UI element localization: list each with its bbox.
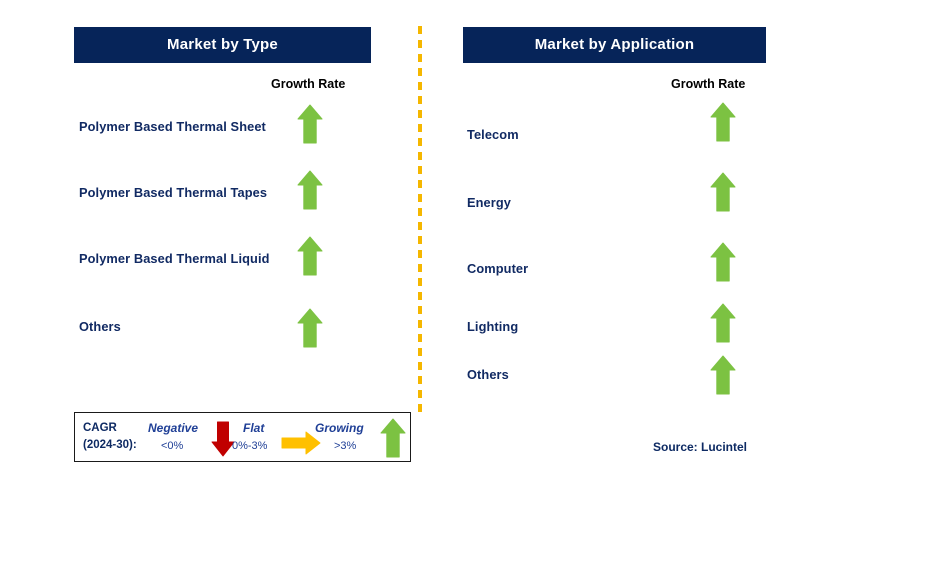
- panel-title-market-by-application: Market by Application: [463, 27, 766, 63]
- arrow-up-green-icon: [710, 355, 736, 395]
- row-label-polymer-based-thermal-sheet: Polymer Based Thermal Sheet: [79, 119, 266, 134]
- row-label-polymer-based-thermal-liquid: Polymer Based Thermal Liquid: [79, 251, 270, 266]
- growth-rate-column-header-application: Growth Rate: [671, 77, 746, 91]
- cagr-legend: CAGR (2024-30): Negative <0% Flat 0%-3% …: [74, 412, 411, 462]
- market-by-type-panel: Market by Type Growth Rate Polymer Based…: [0, 0, 420, 572]
- legend-title-negative: Negative: [148, 421, 199, 435]
- row-label-telecom: Telecom: [467, 127, 519, 142]
- legend-range-negative: <0%: [161, 440, 184, 452]
- row-label-lighting: Lighting: [467, 319, 519, 334]
- legend-title-growing: Growing: [315, 421, 364, 435]
- legend-title-flat: Flat: [243, 421, 265, 435]
- legend-cagr-line1: CAGR: [83, 422, 117, 434]
- arrow-up-green-icon: [297, 308, 323, 348]
- market-by-application-panel: Market by Application Growth Rate Teleco…: [420, 0, 937, 572]
- legend-cagr-label: CAGR (2024-30):: [83, 420, 137, 454]
- growth-rate-column-header-type: Growth Rate: [271, 77, 346, 91]
- row-label-polymer-based-thermal-tapes: Polymer Based Thermal Tapes: [79, 185, 268, 200]
- arrow-up-green-icon: [380, 418, 406, 458]
- arrow-up-green-icon: [710, 242, 736, 282]
- legend-range-growing: >3%: [334, 440, 357, 452]
- arrow-up-green-icon: [297, 170, 323, 210]
- arrow-up-green-icon: [710, 172, 736, 212]
- arrow-up-green-icon: [297, 104, 323, 144]
- row-label-others-application: Others: [467, 367, 509, 382]
- legend-cagr-line2: (2024-30):: [83, 439, 137, 451]
- arrow-up-green-icon: [297, 236, 323, 276]
- arrow-up-green-icon: [710, 102, 736, 142]
- panel-title-market-by-type: Market by Type: [74, 27, 371, 63]
- row-label-others-type: Others: [79, 319, 121, 334]
- row-label-energy: Energy: [467, 195, 511, 210]
- source-note: Source: Lucintel: [653, 440, 748, 454]
- arrow-up-green-icon: [710, 303, 736, 343]
- row-label-computer: Computer: [467, 261, 529, 276]
- legend-range-flat: 0%-3%: [232, 440, 268, 452]
